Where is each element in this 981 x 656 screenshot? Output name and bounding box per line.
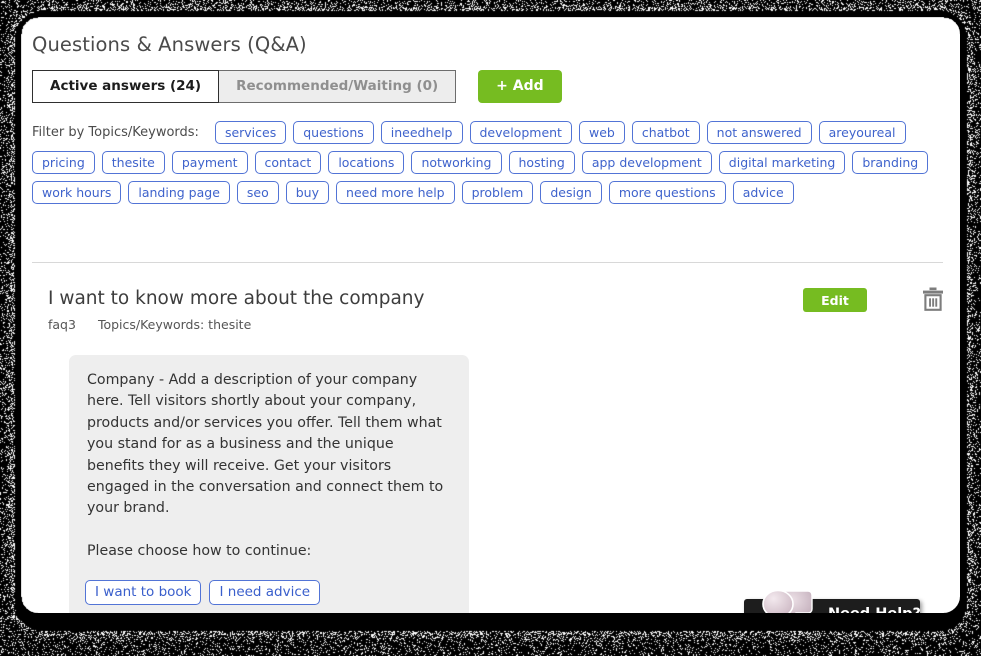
- screen-root: Questions & Answers (Q&A) Active answers…: [0, 0, 981, 656]
- topic-tag[interactable]: landing page: [128, 181, 230, 204]
- need-help-widget[interactable]: Need Help?: [744, 599, 920, 613]
- topic-tag[interactable]: branding: [852, 151, 928, 174]
- section-divider: [32, 262, 943, 263]
- topic-tag[interactable]: locations: [328, 151, 404, 174]
- question-header: I want to know more about the company fa…: [48, 279, 948, 333]
- quick-reply-option[interactable]: I want to book: [85, 580, 201, 605]
- topic-tag[interactable]: buy: [286, 181, 329, 204]
- question-meta: faq3 Topics/Keywords: thesite: [48, 317, 251, 332]
- topic-tag[interactable]: not answered: [707, 121, 812, 144]
- topic-tag[interactable]: pricing: [32, 151, 95, 174]
- page-title: Questions & Answers (Q&A): [32, 33, 307, 56]
- topic-tag[interactable]: services: [215, 121, 286, 144]
- topic-tag[interactable]: thesite: [102, 151, 165, 174]
- topic-tag[interactable]: app development: [582, 151, 712, 174]
- topic-tag[interactable]: questions: [293, 121, 374, 144]
- topic-tag[interactable]: hosting: [509, 151, 575, 174]
- quick-reply-option[interactable]: I need advice: [209, 580, 320, 605]
- trash-icon: [922, 287, 944, 314]
- topic-tag[interactable]: need more help: [336, 181, 455, 204]
- topic-tag[interactable]: chatbot: [632, 121, 700, 144]
- answer-bubble: Company - Add a description of your comp…: [69, 355, 469, 580]
- topic-tag[interactable]: contact: [255, 151, 322, 174]
- question-id: faq3: [48, 317, 76, 332]
- add-button[interactable]: + Add: [478, 70, 561, 103]
- topic-tag[interactable]: work hours: [32, 181, 121, 204]
- qa-entry-card: I want to know more about the company fa…: [48, 279, 948, 333]
- edit-button[interactable]: Edit: [803, 288, 867, 312]
- need-help-label: Need Help?: [828, 606, 921, 613]
- delete-button[interactable]: [918, 285, 948, 315]
- topic-tag[interactable]: areyoureal: [819, 121, 906, 144]
- topic-tag[interactable]: notworking: [411, 151, 501, 174]
- question-title: I want to know more about the company: [48, 288, 424, 309]
- quick-reply-bubble: I want to bookI need adviceI have more q…: [69, 566, 469, 613]
- topic-tag[interactable]: web: [579, 121, 625, 144]
- topic-tag[interactable]: more questions: [609, 181, 726, 204]
- topic-tag[interactable]: development: [470, 121, 572, 144]
- topic-tag[interactable]: problem: [462, 181, 534, 204]
- topic-tag[interactable]: seo: [237, 181, 279, 204]
- tab-bar: Active answers (24) Recommended/Waiting …: [32, 70, 562, 103]
- topic-tag[interactable]: advice: [733, 181, 794, 204]
- chat-bubbles-icon: [758, 585, 828, 613]
- tab-recommended-waiting[interactable]: Recommended/Waiting (0): [219, 70, 456, 103]
- filter-label: Filter by Topics/Keywords:: [32, 121, 199, 144]
- topic-tag[interactable]: payment: [172, 151, 248, 174]
- topic-tag-list: Filter by Topics/Keywords: services quest…: [32, 121, 948, 204]
- qa-panel: Questions & Answers (Q&A) Active answers…: [21, 17, 960, 613]
- topic-tag[interactable]: ineedhelp: [381, 121, 463, 144]
- topic-tag[interactable]: digital marketing: [719, 151, 846, 174]
- topic-tag[interactable]: design: [540, 181, 601, 204]
- qa-panel-inner: Questions & Answers (Q&A) Active answers…: [21, 17, 960, 613]
- question-topics: Topics/Keywords: thesite: [98, 317, 251, 332]
- filter-section: Filter by Topics/Keywords: services quest…: [32, 121, 948, 204]
- answer-paragraph-1: Company - Add a description of your comp…: [87, 370, 451, 520]
- answer-paragraph-2: Please choose how to continue:: [87, 541, 451, 562]
- tab-active-answers[interactable]: Active answers (24): [32, 70, 219, 103]
